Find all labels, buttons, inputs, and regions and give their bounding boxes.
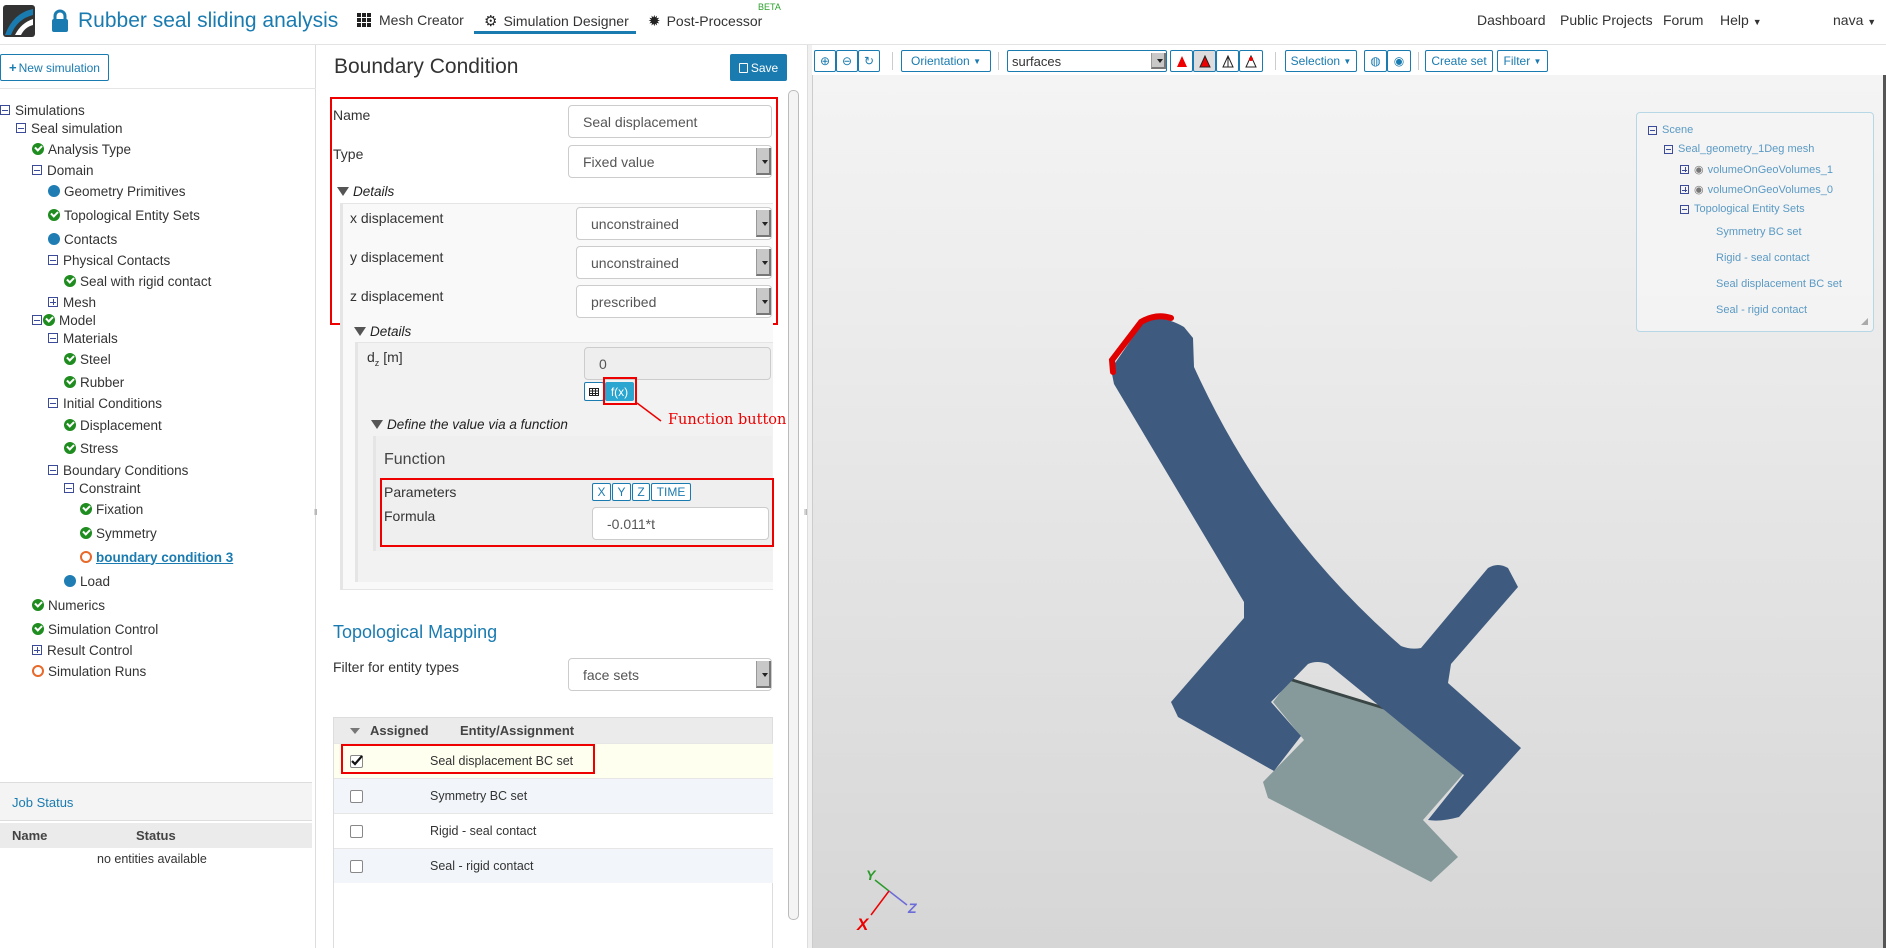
scene-root[interactable]: Scene xyxy=(1648,124,1693,136)
scene-sets-label: Topological Entity Sets xyxy=(1694,203,1805,215)
axis-z-label: Z xyxy=(908,900,917,916)
expand-icon[interactable] xyxy=(1680,165,1689,174)
scene-mesh-label: Seal_geometry_1Deg mesh xyxy=(1678,143,1815,155)
expand-icon[interactable] xyxy=(1680,185,1689,194)
seal-model[interactable] xyxy=(1,0,1886,948)
collapse-icon[interactable] xyxy=(1648,125,1657,135)
eye-icon[interactable]: ◉ xyxy=(1694,183,1704,196)
resize-grip-icon[interactable] xyxy=(1861,318,1868,325)
scene-set-item[interactable]: Seal - rigid contact xyxy=(1716,304,1807,316)
scene-volume-label: volumeOnGeoVolumes_0 xyxy=(1707,183,1833,196)
collapse-icon[interactable] xyxy=(1664,144,1673,154)
scene-set-item[interactable]: Seal displacement BC set xyxy=(1716,278,1842,290)
scene-volume-label: volumeOnGeoVolumes_1 xyxy=(1707,163,1833,176)
axis-x-label: X xyxy=(857,915,869,934)
axis-triad xyxy=(870,879,908,916)
collapse-icon[interactable] xyxy=(1680,204,1689,214)
eye-icon[interactable]: ◉ xyxy=(1694,163,1704,176)
scene-sets[interactable]: Topological Entity Sets xyxy=(1680,203,1805,215)
axis-y-label: Y xyxy=(866,867,876,883)
scene-set-item[interactable]: Symmetry BC set xyxy=(1716,226,1802,238)
scene-mesh[interactable]: Seal_geometry_1Deg mesh xyxy=(1664,143,1814,155)
scene-volume[interactable]: ◉ volumeOnGeoVolumes_1 xyxy=(1680,163,1833,176)
scene-volume[interactable]: ◉ volumeOnGeoVolumes_0 xyxy=(1680,183,1833,196)
scene-root-label: Scene xyxy=(1662,124,1694,136)
scene-set-item[interactable]: Rigid - seal contact xyxy=(1716,252,1810,264)
